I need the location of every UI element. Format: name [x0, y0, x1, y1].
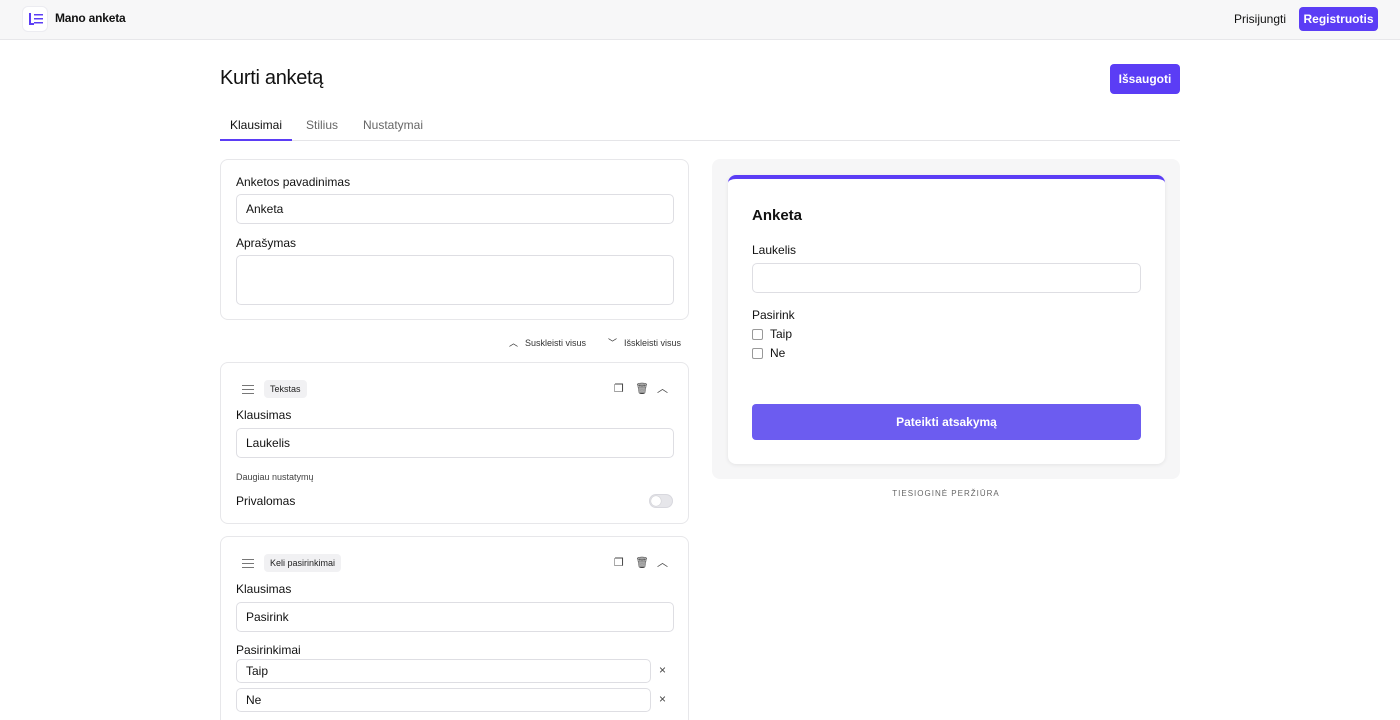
brand-name[interactable]: Mano anketa: [55, 11, 126, 25]
tab-settings[interactable]: Nustatymai: [363, 110, 423, 141]
chevron-up-icon[interactable]: ︿: [657, 383, 668, 395]
copy-icon[interactable]: ❐: [614, 557, 624, 569]
close-icon[interactable]: ×: [659, 663, 666, 677]
page-title: Kurti anketą: [220, 67, 324, 89]
drag-handle-icon[interactable]: [242, 559, 254, 569]
question-card-multiple-choice: Keli pasirinkimai ❐ 🗑 ︿ Klausimas Pasiri…: [220, 536, 689, 720]
preview-choice-yes: Taip: [770, 327, 793, 341]
question-card-text: Tekstas ❐ 🗑 ︿ Klausimas Laukelis Daugiau…: [220, 362, 689, 524]
description-textarea[interactable]: [236, 255, 674, 305]
top-bar: Mano anketa Prisijungti Registruotis: [0, 0, 1400, 40]
drag-handle-icon[interactable]: [242, 385, 254, 395]
tab-bar: Klausimai Stilius Nustatymai: [220, 110, 1180, 141]
trash-icon[interactable]: 🗑: [635, 557, 649, 569]
question-type-badge: Tekstas: [264, 380, 307, 398]
options-label: Pasirinkimai: [236, 643, 301, 657]
question-type-badge: Keli pasirinkimai: [264, 554, 342, 572]
preview-choice-label: Pasirink: [752, 308, 795, 322]
question-label: Klausimas: [236, 582, 292, 596]
required-label: Privalomas: [236, 494, 296, 508]
preview-field-label: Laukelis: [752, 243, 797, 257]
expand-all-label: Išskleisti visus: [624, 338, 682, 348]
close-icon[interactable]: ×: [659, 692, 666, 706]
option-input[interactable]: Taip: [236, 659, 651, 683]
form-logo-icon[interactable]: [22, 6, 48, 32]
preview-checkbox-no[interactable]: [752, 348, 763, 359]
copy-icon[interactable]: ❐: [614, 383, 624, 395]
collapse-all-button[interactable]: ︿ Suskleisti visus: [509, 336, 586, 349]
chevron-down-icon: ﹀: [608, 338, 618, 348]
preview-title: Anketa: [752, 207, 803, 224]
preview-text-input[interactable]: [752, 263, 1141, 293]
preview-checkbox-yes[interactable]: [752, 329, 763, 340]
chevron-up-icon[interactable]: ︿: [657, 557, 668, 569]
tab-style[interactable]: Stilius: [306, 110, 338, 141]
question-label: Klausimas: [236, 408, 292, 422]
login-link[interactable]: Prisijungti: [1234, 12, 1286, 26]
form-info-card: Anketos pavadinimas Anketa Aprašymas: [220, 159, 689, 320]
collapse-all-label: Suskleisti visus: [525, 338, 587, 348]
required-toggle[interactable]: [649, 494, 673, 508]
question-input[interactable]: Laukelis: [236, 428, 674, 458]
submit-button[interactable]: Pateikti atsakymą: [752, 404, 1141, 440]
preview-caption: TIESIOGINĖ PERŽIŪRA: [892, 489, 1000, 498]
trash-icon[interactable]: 🗑: [635, 383, 649, 395]
preview-choice-no: Ne: [770, 346, 786, 360]
more-settings-link[interactable]: Daugiau nustatymų: [236, 472, 314, 482]
expand-all-button[interactable]: ﹀ Išskleisti visus: [608, 336, 681, 349]
preview-panel: Anketa Laukelis Pasirink Taip Ne Pateikt…: [712, 159, 1180, 479]
save-button[interactable]: Išsaugoti: [1110, 64, 1180, 94]
option-input[interactable]: Ne: [236, 688, 651, 712]
register-button[interactable]: Registruotis: [1299, 7, 1378, 31]
form-name-input[interactable]: Anketa: [236, 194, 674, 224]
form-name-label: Anketos pavadinimas: [236, 175, 351, 189]
question-input[interactable]: Pasirink: [236, 602, 674, 632]
tab-questions[interactable]: Klausimai: [220, 110, 292, 141]
preview-form: Anketa Laukelis Pasirink Taip Ne Pateikt…: [728, 175, 1165, 464]
chevron-up-icon: ︿: [509, 338, 519, 348]
description-label: Aprašymas: [236, 236, 297, 250]
